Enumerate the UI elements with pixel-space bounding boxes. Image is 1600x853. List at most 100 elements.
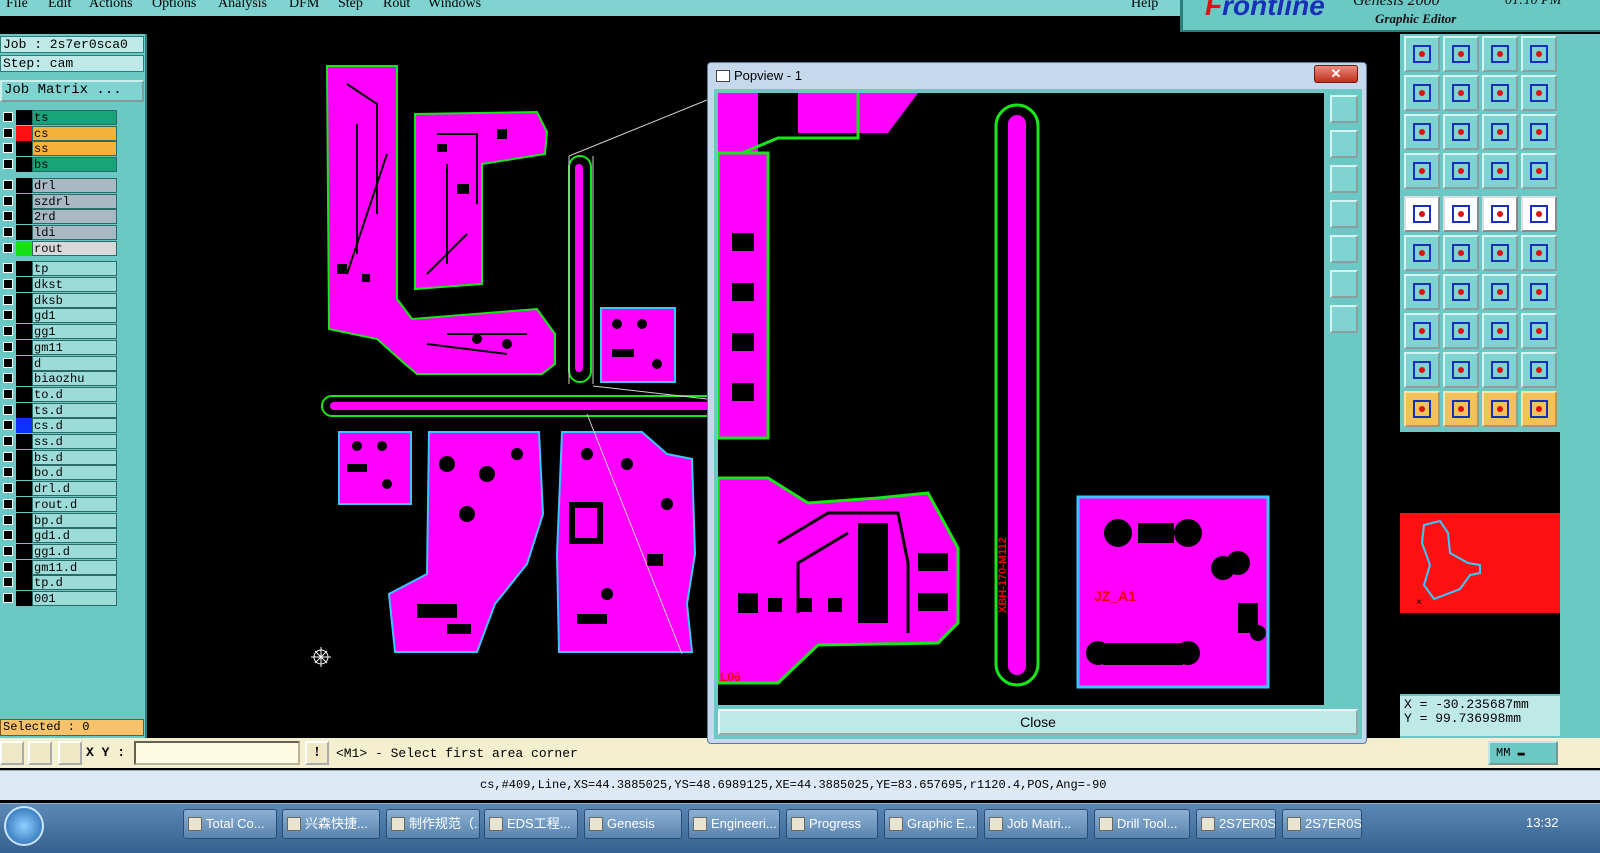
taskbar-button[interactable]: Engineeri... <box>688 809 780 839</box>
grid-icon[interactable] <box>58 741 82 765</box>
triangle-icon[interactable] <box>1404 352 1440 388</box>
line-icon[interactable] <box>1404 274 1440 310</box>
menu-step[interactable]: Step <box>338 0 363 12</box>
layer-checkbox[interactable] <box>3 143 13 154</box>
layer-row[interactable]: d <box>0 355 118 371</box>
layer-checkbox[interactable] <box>3 420 13 431</box>
arrow-right-icon[interactable] <box>1443 75 1479 111</box>
units-selector[interactable]: MM ▬ <box>1488 741 1558 765</box>
menu-dfm[interactable]: DFM <box>289 0 319 12</box>
taskbar-button[interactable]: 2S7ER0S... <box>1196 809 1276 839</box>
layer-checkbox[interactable] <box>3 357 13 368</box>
layer-row[interactable]: drl.d <box>0 481 118 497</box>
home-icon[interactable] <box>1404 36 1440 72</box>
triangle-icon[interactable] <box>1482 352 1518 388</box>
layer-checkbox[interactable] <box>3 593 13 603</box>
line-icon[interactable] <box>1443 274 1479 310</box>
pointer-icon[interactable] <box>1404 391 1440 427</box>
flip-icon[interactable] <box>1521 274 1557 310</box>
layer-checkbox[interactable] <box>3 226 13 237</box>
xy-input[interactable] <box>134 741 300 765</box>
measure-icon[interactable] <box>28 741 52 765</box>
layer-row[interactable]: gd1 <box>0 308 118 324</box>
layer-checkbox[interactable] <box>3 467 13 478</box>
popview-canvas[interactable]: L06 XBH-170-M112 JZ_A1 <box>718 93 1324 705</box>
layer-row[interactable]: ss <box>0 141 118 157</box>
popview-tool-icon[interactable] <box>1330 235 1358 263</box>
layer-row[interactable]: bo.d <box>0 465 118 481</box>
layer-checkbox[interactable] <box>3 577 13 588</box>
taskbar-button[interactable]: 制作规范（... <box>386 809 480 839</box>
layer-row[interactable]: ts.d <box>0 402 118 418</box>
taskbar-button[interactable]: 2S7ER0S... <box>1282 809 1362 839</box>
box-icon[interactable] <box>1404 313 1440 349</box>
layer-row[interactable]: rout.d <box>0 496 118 512</box>
layer-row[interactable]: szdrl <box>0 193 118 209</box>
layer-row[interactable]: biaozhu <box>0 371 118 387</box>
help-icon[interactable] <box>1521 114 1557 150</box>
layer-checkbox[interactable] <box>3 388 13 399</box>
taskbar-button[interactable]: Graphic E... <box>884 809 978 839</box>
s-curve-icon[interactable] <box>1521 75 1557 111</box>
connect-icon[interactable] <box>1482 235 1518 271</box>
layer-row[interactable]: cs.d <box>0 418 118 434</box>
pointer-icon[interactable] <box>1482 391 1518 427</box>
snap-icon[interactable] <box>1482 153 1518 189</box>
menu-help[interactable]: Help <box>1131 0 1158 12</box>
popview-tool-icon[interactable] <box>1330 200 1358 228</box>
layer-row[interactable]: dksb <box>0 292 118 308</box>
taskbar-button[interactable]: Total Co... <box>183 809 277 839</box>
node-icon[interactable] <box>1404 235 1440 271</box>
pointer-icon[interactable] <box>1521 391 1557 427</box>
layer-checkbox[interactable] <box>3 112 13 122</box>
key-icon[interactable] <box>1443 153 1479 189</box>
taskbar-button[interactable]: Drill Tool... <box>1094 809 1190 839</box>
layer-row[interactable]: 2rd <box>0 209 118 225</box>
tool-icon[interactable] <box>1404 153 1440 189</box>
layer-checkbox[interactable] <box>3 195 13 206</box>
layer-row[interactable]: dkst <box>0 277 118 292</box>
layer-checkbox[interactable] <box>3 263 13 274</box>
popview-tool-icon[interactable] <box>1330 165 1358 193</box>
layer-checkbox[interactable] <box>3 341 13 352</box>
cursor-icon[interactable] <box>1443 196 1479 232</box>
layer-row[interactable]: gm11.d <box>0 559 118 575</box>
layer-row[interactable]: ldi <box>0 224 118 240</box>
layer-row[interactable]: gm11 <box>0 339 118 355</box>
taskbar-button[interactable]: 兴森快捷... <box>282 809 380 839</box>
grid-icon[interactable] <box>1521 36 1557 72</box>
dot-icon[interactable] <box>1521 196 1557 232</box>
menu-file[interactable]: File <box>6 0 28 12</box>
layer-checkbox[interactable] <box>3 436 13 446</box>
zoom-icon[interactable] <box>1443 114 1479 150</box>
layer-checkbox[interactable] <box>3 404 13 415</box>
pointer-icon[interactable] <box>1443 391 1479 427</box>
popview-tool-icon[interactable] <box>1330 305 1358 333</box>
popview-tool-icon[interactable] <box>1330 130 1358 158</box>
menu-windows[interactable]: Windows <box>428 0 481 12</box>
arrow-left-icon[interactable] <box>1404 75 1440 111</box>
layer-row[interactable]: ts <box>0 110 118 125</box>
layer-checkbox[interactable] <box>3 514 13 525</box>
layer-row[interactable]: 001 <box>0 591 118 606</box>
layer-checkbox[interactable] <box>3 279 13 289</box>
cross-icon[interactable] <box>1443 235 1479 271</box>
layer-row[interactable]: gg1 <box>0 324 118 340</box>
layer-row[interactable]: rout <box>0 240 118 256</box>
layer-row[interactable]: cs <box>0 125 118 141</box>
triangle-icon[interactable] <box>1443 352 1479 388</box>
layer-checkbox[interactable] <box>3 483 13 494</box>
layer-checkbox[interactable] <box>3 179 13 190</box>
arc-icon[interactable] <box>1482 274 1518 310</box>
job-matrix-button[interactable]: Job Matrix ... <box>0 80 144 102</box>
layer-row[interactable]: gd1.d <box>0 528 118 544</box>
start-button[interactable] <box>4 806 44 846</box>
layer-checkbox[interactable] <box>3 561 13 572</box>
point-icon[interactable] <box>1404 196 1440 232</box>
popview-tool-icon[interactable] <box>1330 95 1358 123</box>
layer-checkbox[interactable] <box>3 242 13 253</box>
layer-row[interactable]: bs.d <box>0 449 118 465</box>
layer-row[interactable]: bp.d <box>0 512 118 528</box>
layer-checkbox[interactable] <box>3 545 13 556</box>
layer-checkbox[interactable] <box>3 326 13 337</box>
